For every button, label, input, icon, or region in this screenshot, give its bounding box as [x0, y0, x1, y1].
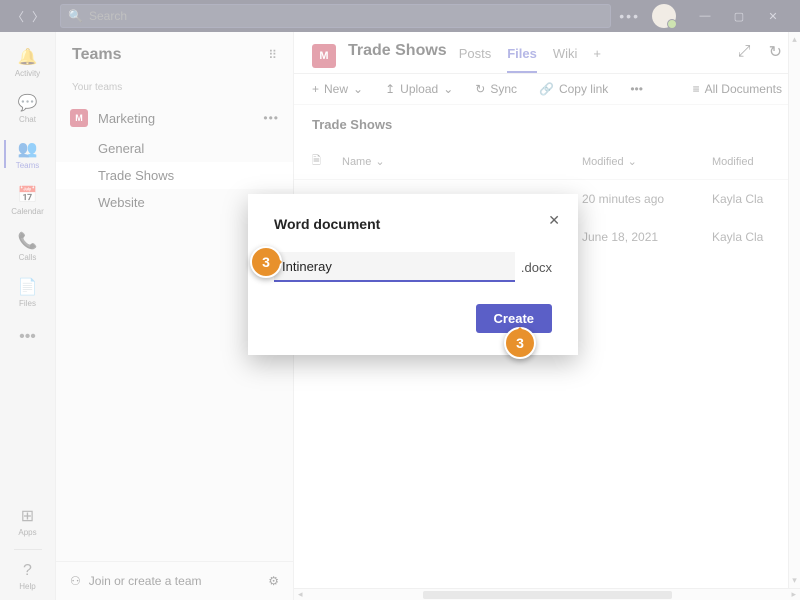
- filename-input[interactable]: [274, 252, 515, 282]
- modal-title: Word document: [274, 216, 552, 232]
- filename-row: .docx: [274, 252, 552, 282]
- callout-3-input: 3: [250, 246, 282, 278]
- callout-3-create: 3: [504, 327, 536, 359]
- file-extension: .docx: [521, 260, 552, 275]
- modal-close-button[interactable]: ✕: [548, 212, 560, 229]
